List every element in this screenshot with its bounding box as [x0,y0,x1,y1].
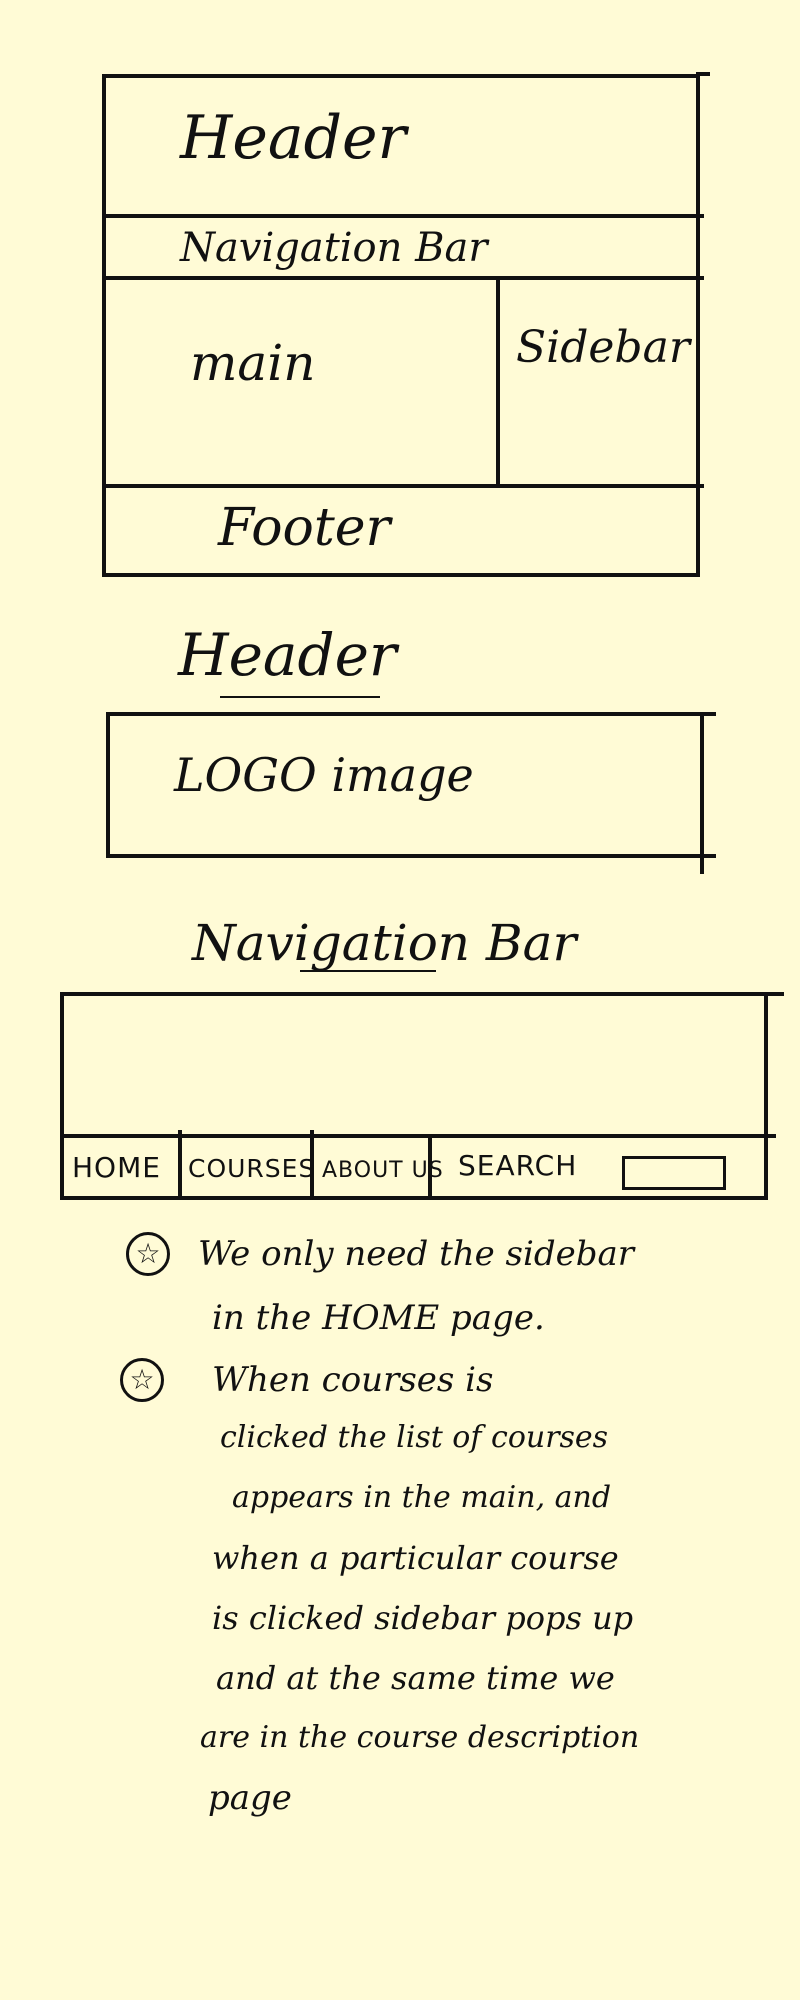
logo-box-right-extension [700,712,704,874]
note-2-line-8: page [208,1778,292,1818]
nav-section-title: Navigation Bar [192,914,577,972]
nav-item-home[interactable]: HOME [72,1154,161,1182]
note-2-line-5: is clicked sidebar pops up [212,1599,634,1637]
header-title-underline [220,696,380,698]
note-2-line-1: When courses is [212,1360,494,1400]
header-section-title: Header [178,621,397,689]
nav-bar-top-extension [764,992,784,996]
sketch-header-label: Header [180,103,407,173]
star-bullet-icon: ☆ [120,1358,164,1402]
note-2-line-4: when a particular course [212,1539,619,1577]
nav-divider [102,276,704,280]
nav-title-underline [300,970,436,972]
star-bullet-icon: ☆ [126,1232,170,1276]
top-right-tick [696,72,710,76]
nav-divider-1 [178,1130,182,1200]
sketch-main-label: main [190,334,316,392]
header-divider [102,214,704,218]
note-2-line-3: appears in the main, and [232,1480,612,1515]
nav-item-courses[interactable]: COURSES [188,1156,315,1181]
note-1-line-1: We only need the sidebar [198,1234,635,1274]
logo-box-bottom-tick [700,854,716,858]
note-1-line-2: in the HOME page. [212,1298,545,1338]
note-2-line-2: clicked the list of courses [220,1420,609,1455]
logo-image-label: LOGO image [174,748,474,802]
note-2-line-7: are in the course description [200,1720,640,1755]
sketch-nav-label: Navigation Bar [180,225,488,271]
sketch-footer-label: Footer [218,498,391,558]
sketch-sidebar-label: Sidebar [516,322,690,373]
note-2-line-6: and at the same time we [216,1659,615,1697]
main-sidebar-divider [496,278,500,486]
footer-divider [102,484,704,488]
search-input-box[interactable] [622,1156,726,1190]
nav-item-about-us[interactable]: ABOUT US [322,1160,444,1182]
nav-item-search[interactable]: SEARCH [458,1152,577,1180]
logo-box-top-tick [700,712,716,716]
nav-bar-item-row-line [60,1134,776,1138]
